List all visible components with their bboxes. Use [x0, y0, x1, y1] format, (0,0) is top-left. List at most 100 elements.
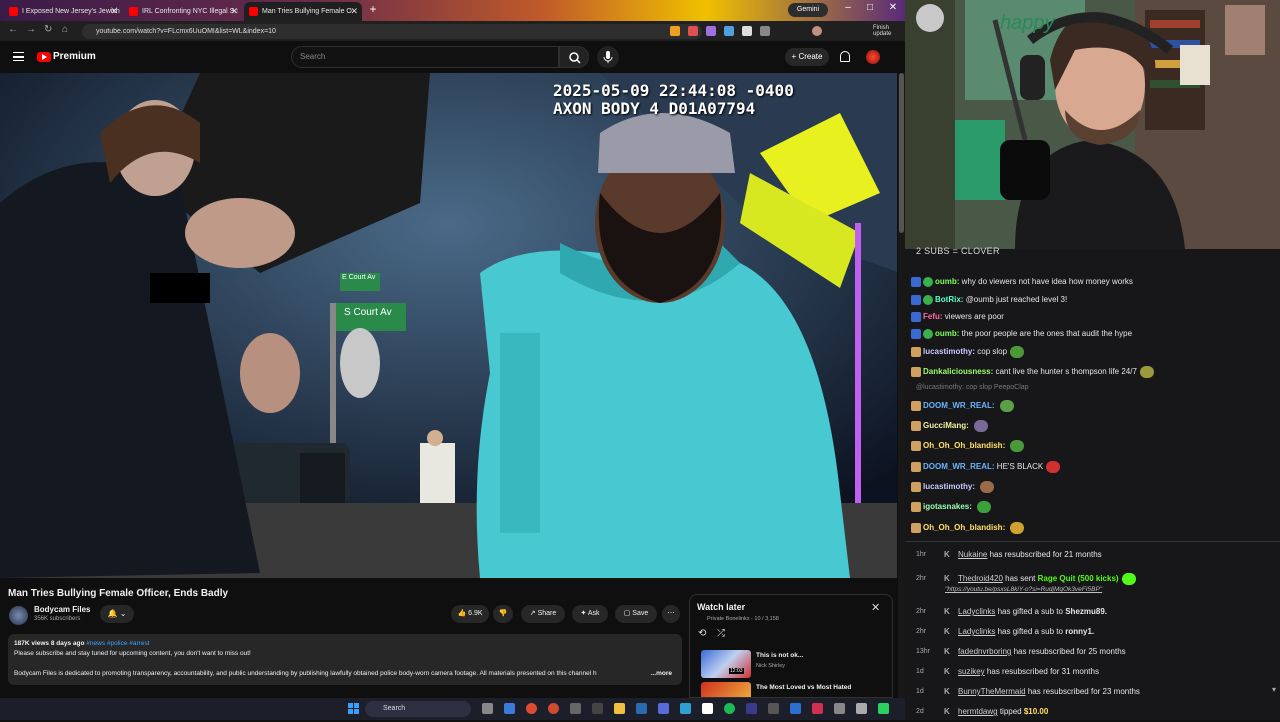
page-scrollbar[interactable]: [898, 73, 905, 698]
forward-icon[interactable]: →: [26, 24, 36, 35]
like-button[interactable]: 👍 6.9K: [451, 605, 489, 623]
scrollbar-thumb[interactable]: [899, 73, 904, 233]
event-user[interactable]: BunnyTheMermaid: [958, 687, 1026, 696]
event-user[interactable]: hermtdawg: [958, 707, 998, 716]
voice-search-button[interactable]: [597, 46, 619, 68]
chat-username[interactable]: DOOM_WR_REAL:: [923, 401, 995, 410]
emote-icon: [974, 419, 989, 432]
dislike-button[interactable]: 👎: [493, 605, 513, 623]
file-explorer-icon[interactable]: [614, 703, 625, 714]
channel-avatar[interactable]: [9, 606, 28, 625]
app-icon[interactable]: [878, 703, 889, 714]
chrome-icon[interactable]: [548, 703, 559, 714]
chrome-icon[interactable]: [526, 703, 537, 714]
notifications-bell-icon[interactable]: [840, 51, 850, 62]
maximize-icon[interactable]: □: [863, 2, 877, 13]
create-button[interactable]: + Create: [785, 48, 829, 66]
app-icon[interactable]: [768, 703, 779, 714]
back-icon[interactable]: ←: [8, 24, 18, 35]
close-tab-icon[interactable]: ✕: [350, 2, 358, 21]
chat-username[interactable]: oumb:: [935, 329, 959, 338]
event-user[interactable]: Thedroid420: [958, 574, 1003, 583]
event-user[interactable]: Nukaine: [958, 550, 987, 559]
menu-icon[interactable]: [13, 52, 24, 61]
app-icon[interactable]: [834, 703, 845, 714]
reload-icon[interactable]: ↻: [44, 24, 52, 35]
edge-icon[interactable]: [504, 703, 515, 714]
finish-update-button[interactable]: Finish update: [873, 25, 905, 37]
event-user[interactable]: Ladyclinks: [958, 627, 995, 636]
discord-icon[interactable]: [658, 703, 669, 714]
profile-avatar[interactable]: [812, 26, 822, 36]
loop-icon[interactable]: ⟲: [698, 628, 706, 639]
new-tab-icon[interactable]: +: [366, 2, 380, 16]
extension-icon[interactable]: [706, 26, 716, 36]
app-icon[interactable]: [812, 703, 823, 714]
chat-username[interactable]: oumb:: [935, 277, 959, 286]
app-icon[interactable]: [746, 703, 757, 714]
obs-icon[interactable]: [702, 703, 713, 714]
chat-username[interactable]: DOOM_WR_REAL:: [923, 462, 995, 471]
show-more-link[interactable]: ...more: [651, 669, 672, 679]
spotify-icon[interactable]: [724, 703, 735, 714]
tab-label: IRL Confronting NYC Illegal Sc: [142, 8, 238, 15]
chat-username[interactable]: Oh_Oh_Oh_blandish:: [923, 523, 1005, 532]
search-input[interactable]: Search: [291, 46, 559, 68]
close-tab-icon[interactable]: ✕: [230, 2, 238, 21]
chat-username[interactable]: BotRix:: [935, 295, 963, 304]
share-button[interactable]: ↗ Share: [521, 605, 565, 623]
home-icon[interactable]: ⌂: [62, 24, 68, 35]
hashtags[interactable]: #news #police #arrest: [86, 640, 149, 647]
save-button[interactable]: ▢ Save: [615, 605, 657, 623]
chat-scroll-down-icon[interactable]: ▾: [1272, 685, 1276, 694]
windows-start-icon[interactable]: [348, 703, 359, 714]
app-icon[interactable]: [680, 703, 691, 714]
tab-2[interactable]: IRL Confronting NYC Illegal Sc ✕: [124, 2, 242, 21]
steam-icon[interactable]: [636, 703, 647, 714]
task-view-icon[interactable]: [482, 703, 493, 714]
chat-message: Dankaliciousness: cant live the hunter s…: [911, 365, 1276, 383]
event-user[interactable]: suzikey: [958, 667, 985, 676]
youtube-logo-icon[interactable]: [37, 52, 51, 62]
app-icon[interactable]: [790, 703, 801, 714]
chat-username[interactable]: lucastimothy:: [923, 347, 975, 356]
subscription-bell-button[interactable]: 🔔 ⌄: [100, 605, 134, 623]
gemini-button[interactable]: Gemini: [788, 3, 828, 17]
app-icon[interactable]: [856, 703, 867, 714]
event-link[interactable]: "https://youtu.be/psxsL8kiY-o?si=RudjMqO…: [945, 586, 1102, 593]
close-tab-icon[interactable]: ✕: [110, 2, 118, 21]
youtube-header: Premium Search + Create: [0, 41, 905, 73]
video-player[interactable]: 2025-05-09 22:44:08 -0400 AXON BODY 4 D0…: [0, 73, 897, 578]
chat-username[interactable]: Dankaliciousness:: [923, 367, 993, 376]
url-field[interactable]: youtube.com/watch?v=FLcmx6UuOMI&list=WL&…: [82, 24, 702, 39]
tab-3-active[interactable]: Man Tries Bullying Female O ✕: [244, 2, 362, 21]
extension-icon[interactable]: [742, 26, 752, 36]
tab-1[interactable]: I Exposed New Jersey's Jewish ✕: [4, 2, 122, 21]
chat-username[interactable]: igotasnakes:: [923, 502, 972, 511]
playlist-item[interactable]: 12:03 This is not ok... Nick Shirley: [701, 650, 881, 678]
minimize-icon[interactable]: –: [841, 2, 855, 13]
close-playlist-icon[interactable]: ✕: [871, 601, 880, 614]
shuffle-icon[interactable]: ⤮: [717, 628, 725, 639]
chat-username[interactable]: GucciMang:: [923, 421, 969, 430]
channel-name[interactable]: Bodycam Files: [34, 605, 90, 614]
app-icon[interactable]: [570, 703, 581, 714]
chat-username[interactable]: Oh_Oh_Oh_blandish:: [923, 441, 1005, 450]
extension-icon[interactable]: [688, 26, 698, 36]
chat-username[interactable]: lucastimothy:: [923, 482, 975, 491]
search-button[interactable]: [559, 46, 589, 68]
extension-icon[interactable]: [724, 26, 734, 36]
taskbar-search[interactable]: Search: [365, 701, 471, 717]
event-user[interactable]: Ladyclinks: [958, 607, 995, 616]
extension-icon[interactable]: [670, 26, 680, 36]
close-window-icon[interactable]: ✕: [886, 2, 900, 13]
account-avatar[interactable]: [866, 50, 880, 64]
video-description[interactable]: 187K views 8 days ago #news #police #arr…: [8, 634, 682, 685]
ask-button[interactable]: ✦ Ask: [572, 605, 608, 623]
playlist-item[interactable]: The Most Loved vs Most Hated: [701, 682, 881, 697]
extensions-puzzle-icon[interactable]: [760, 26, 770, 36]
event-user[interactable]: fadednvrboring: [958, 647, 1011, 656]
more-actions-icon[interactable]: ⋯: [662, 605, 680, 623]
app-icon[interactable]: [592, 703, 603, 714]
chat-username[interactable]: Fefu:: [923, 312, 943, 321]
